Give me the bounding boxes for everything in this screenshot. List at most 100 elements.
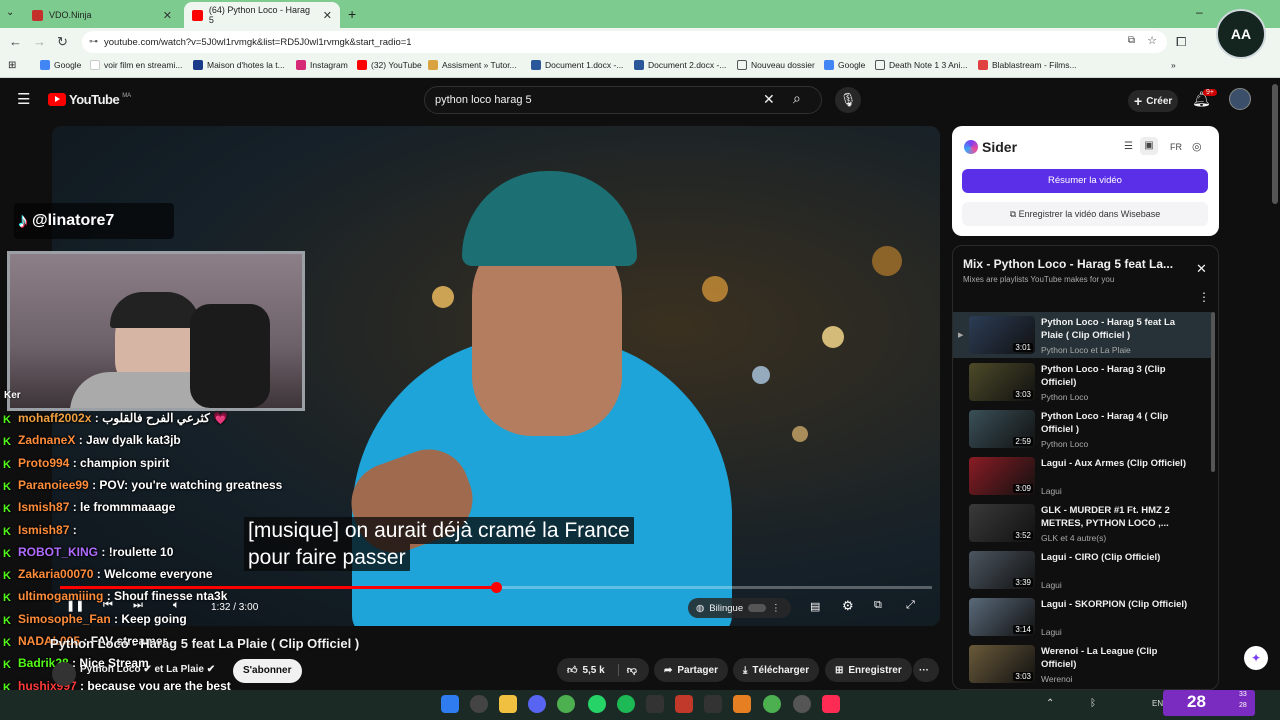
like-dislike-button[interactable]: 👍︎ 5,5 k 👎︎ xyxy=(557,658,649,682)
list-icon[interactable]: ☰ xyxy=(1124,141,1133,152)
obs-icon[interactable] xyxy=(793,695,811,713)
summarize-button[interactable]: Résumer la vidéo xyxy=(962,169,1208,193)
reload-icon[interactable]: ↻ xyxy=(57,34,68,50)
back-icon[interactable]: ← xyxy=(9,34,22,49)
like-icon[interactable]: 👍︎ xyxy=(567,664,577,676)
save-wisebase-button[interactable]: ⧉ Enregistrer la vidéo dans Wisebase xyxy=(962,202,1208,226)
bookmark-item[interactable]: Death Note 1 3 Ani... xyxy=(875,60,967,70)
site-info-icon[interactable]: ⊶ xyxy=(89,36,98,47)
language-select[interactable]: FR xyxy=(1170,142,1182,152)
channel-names[interactable]: Python Loco ✔ et La Plaie ✔ xyxy=(80,664,215,675)
tiktok-live-icon[interactable] xyxy=(822,695,840,713)
playlist-item[interactable]: 2:59 Python Loco - Harag 4 ( Clip Officie… xyxy=(963,410,1213,456)
dislike-icon[interactable]: 👎︎ xyxy=(617,664,637,676)
url-field[interactable]: ⊶ youtube.com/watch?v=5J0wl1rvmgk&list=R… xyxy=(82,31,1167,53)
playlist-item[interactable]: 3:03 Werenoi - La League (Clip Officiel) W… xyxy=(963,645,1213,689)
playlist-item-title: Lagui - SKORPION (Clip Officiel) xyxy=(1041,599,1188,610)
playlist-item[interactable]: 3:52 GLK - MURDER #1 Ft. HMZ 2 METRES, PY… xyxy=(963,504,1213,550)
app-icon[interactable] xyxy=(675,695,693,713)
tray-chevron-icon[interactable]: ⌃ xyxy=(1046,698,1054,709)
search-icon[interactable]: ⌕ xyxy=(793,90,801,107)
capcut-icon[interactable] xyxy=(646,695,664,713)
playlist-item[interactable]: 3:39 Lagui - CIRO (Clip Officiel) Lagui xyxy=(963,551,1213,597)
fullscreen-icon[interactable]: ⤢ xyxy=(906,599,915,612)
tab-vdo-ninja[interactable]: VDO.Ninja ✕ xyxy=(24,2,180,28)
bookmark-item[interactable]: Instagram xyxy=(296,60,348,70)
bookmark-item[interactable]: Maison d'hotes la t... xyxy=(193,60,285,70)
card-icon[interactable]: ▣ xyxy=(1140,137,1158,155)
download-button[interactable]: ⤓ Télécharger xyxy=(733,658,820,682)
target-icon[interactable]: ◎ xyxy=(1192,140,1202,153)
tab-search-icon[interactable]: ⌄ xyxy=(6,7,14,18)
bookmark-item[interactable]: Blablastream - Films... xyxy=(978,60,1077,70)
channel-avatar[interactable] xyxy=(52,662,76,686)
bookmark-item[interactable]: Google xyxy=(40,60,81,70)
playlist-item[interactable]: 3:01 Python Loco - Harag 5 feat La Plaie … xyxy=(963,316,1213,362)
clear-icon[interactable]: ✕ xyxy=(763,91,775,108)
bookmark-item[interactable]: Document 2.docx -... xyxy=(634,60,726,70)
miniplayer-icon[interactable]: ⧉ xyxy=(874,599,882,612)
playlist-title[interactable]: Mix - Python Loco - Harag 5 feat La... xyxy=(963,257,1173,271)
page-scrollbar[interactable] xyxy=(1272,84,1278,204)
more-actions-button[interactable]: ··· xyxy=(913,658,939,682)
app-icon[interactable] xyxy=(704,695,722,713)
address-bar-row: ← → ↻ ⊶ youtube.com/watch?v=5J0wl1rvmgk&… xyxy=(0,28,1280,56)
bookmark-item[interactable]: (32) YouTube xyxy=(357,60,422,70)
close-icon[interactable]: ✕ xyxy=(1196,261,1207,277)
caption-line: [musique] on aurait déjà cramé la France xyxy=(244,517,634,544)
playlist-item[interactable]: 3:14 Lagui - SKORPION (Clip Officiel) Lagu… xyxy=(963,598,1213,644)
kick-badge-icon: K xyxy=(3,480,11,493)
more-vert-icon[interactable]: ⋮ xyxy=(771,603,781,614)
bookmarks-overflow[interactable]: » xyxy=(1171,60,1176,70)
bookmark-item[interactable]: Document 1.docx -... xyxy=(531,60,623,70)
playlist-item[interactable]: 3:09 Lagui - Aux Armes (Clip Officiel) Lag… xyxy=(963,457,1213,503)
forward-icon[interactable]: → xyxy=(33,34,46,49)
bookmark-star-icon[interactable]: ☆ xyxy=(1147,34,1157,47)
file-explorer-icon[interactable] xyxy=(499,695,517,713)
chrome-icon[interactable] xyxy=(557,695,575,713)
create-button[interactable]: + Créer xyxy=(1128,90,1178,112)
search-input[interactable]: python loco harag 5 ✕ ⌕ xyxy=(424,86,822,114)
youtube-logo[interactable]: YouTube MA xyxy=(48,92,131,107)
bookmark-item[interactable]: Google xyxy=(824,60,865,70)
apps-icon[interactable]: ⊞ xyxy=(8,60,16,71)
start-icon[interactable] xyxy=(441,695,459,713)
share-button[interactable]: ➦ Partager xyxy=(654,658,728,682)
whatsapp-icon[interactable] xyxy=(588,695,606,713)
bookmark-item[interactable]: Assisment » Tutor... xyxy=(428,60,517,70)
subscribe-button[interactable]: S'abonner xyxy=(233,659,302,683)
more-vert-icon[interactable]: ⋮ xyxy=(1198,290,1210,304)
bookmark-item[interactable]: voir film en streami... xyxy=(90,60,182,70)
subtitles-icon[interactable]: ▤ xyxy=(810,600,820,613)
app-icon[interactable] xyxy=(733,695,751,713)
install-icon[interactable]: ⧉ xyxy=(1128,35,1135,46)
extensions-icon[interactable]: ⧠ xyxy=(1176,34,1186,50)
spotify-icon[interactable] xyxy=(617,695,635,713)
kick-badge-icon: K xyxy=(3,436,11,449)
chrome-icon[interactable] xyxy=(763,695,781,713)
playlist-item[interactable]: 3:03 Python Loco - Harag 3 (Clip Officiel… xyxy=(963,363,1213,409)
new-tab-button[interactable]: + xyxy=(348,6,356,22)
tab-youtube[interactable]: (64) Python Loco - Harag 5 ✕ xyxy=(184,2,340,28)
voice-search-icon[interactable]: 🎙︎ xyxy=(835,87,861,113)
minimize-icon[interactable]: – xyxy=(1196,5,1203,19)
progress-handle[interactable] xyxy=(491,582,502,593)
language-indicator[interactable]: EN xyxy=(1152,699,1163,708)
bookmark-folder[interactable]: Nouveau dossier xyxy=(737,60,815,70)
menu-icon[interactable]: ☰ xyxy=(17,90,30,108)
sider-floating-icon[interactable]: ✦ xyxy=(1244,646,1268,670)
scrollbar[interactable] xyxy=(1211,312,1215,472)
save-button[interactable]: ⊞ Enregistrer xyxy=(825,658,912,682)
dubbing-toggle[interactable]: ◍ Bilingue ⋮ xyxy=(688,598,791,618)
close-icon[interactable]: ✕ xyxy=(323,9,332,22)
bluetooth-icon[interactable]: ᛒ xyxy=(1090,698,1096,709)
share-icon: ➦ xyxy=(664,664,673,676)
search-taskbar-icon[interactable] xyxy=(470,695,488,713)
settings-icon[interactable]: ⚙ xyxy=(842,598,854,614)
stream-logo: AA xyxy=(1216,9,1266,59)
close-icon[interactable]: ✕ xyxy=(163,9,172,22)
toggle-switch[interactable] xyxy=(748,604,767,612)
avatar[interactable] xyxy=(1229,88,1251,110)
discord-icon[interactable] xyxy=(528,695,546,713)
chat-username: Proto994 xyxy=(18,455,70,470)
